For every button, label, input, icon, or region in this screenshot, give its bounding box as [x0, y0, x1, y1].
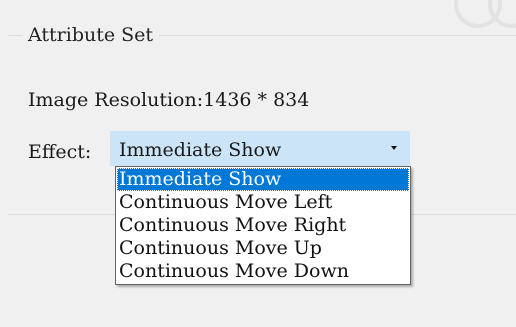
dropdown-option-immediate-show[interactable]: Immediate Show — [117, 168, 409, 191]
image-resolution-text: Image Resolution:1436 * 834 — [28, 89, 310, 111]
effect-combobox[interactable]: Immediate Show — [110, 131, 410, 166]
dropdown-option-continuous-move-up[interactable]: Continuous Move Up — [117, 237, 409, 260]
dropdown-option-continuous-move-right[interactable]: Continuous Move Right — [117, 214, 409, 237]
effect-dropdown-list[interactable]: Immediate Show Continuous Move Left Cont… — [115, 166, 411, 285]
chevron-down-icon[interactable] — [391, 146, 397, 150]
effect-selected-value: Immediate Show — [119, 139, 282, 161]
watermark-decoration — [454, 0, 516, 28]
dropdown-option-continuous-move-down[interactable]: Continuous Move Down — [117, 260, 409, 283]
effect-label: Effect: — [28, 141, 92, 163]
dropdown-option-continuous-move-left[interactable]: Continuous Move Left — [117, 191, 409, 214]
group-title: Attribute Set — [22, 24, 160, 46]
